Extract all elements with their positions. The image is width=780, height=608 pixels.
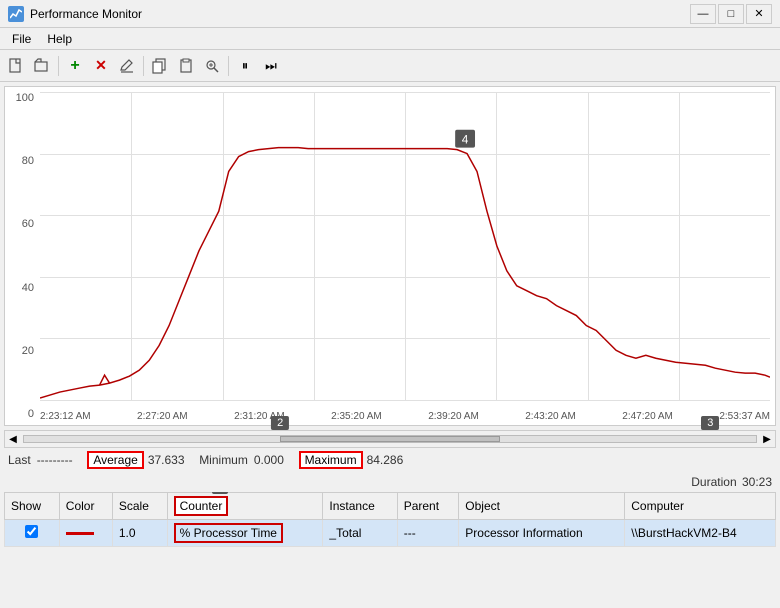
minimum-label: Minimum xyxy=(199,453,248,467)
th-computer: Computer xyxy=(625,493,776,520)
cell-object: Processor Information xyxy=(459,520,625,547)
maximize-button[interactable]: □ xyxy=(718,4,744,24)
chart-inner: 100 80 60 40 20 0 xyxy=(5,87,775,425)
cell-scale: 1.0 xyxy=(112,520,167,547)
tb-pause[interactable]: ⏸ xyxy=(233,54,257,78)
scroll-left-arrow[interactable]: ◀ xyxy=(5,431,21,447)
menu-file[interactable]: File xyxy=(4,30,39,48)
th-object: Object xyxy=(459,493,625,520)
th-scale: Scale xyxy=(112,493,167,520)
tb-open[interactable] xyxy=(30,54,54,78)
counter-value: % Processor Time xyxy=(174,523,283,543)
th-instance: Instance xyxy=(323,493,397,520)
separator-2 xyxy=(143,56,144,76)
duration-label: Duration xyxy=(691,475,736,489)
th-show: Show xyxy=(5,493,60,520)
cell-computer: \\BurstHackVM2-B4 xyxy=(625,520,776,547)
cell-show[interactable] xyxy=(5,520,60,547)
close-button[interactable]: ✕ xyxy=(746,4,772,24)
maximum-value: 84.286 xyxy=(367,453,404,467)
badge-2: 2 xyxy=(271,416,289,430)
scroll-thumb[interactable] xyxy=(280,436,500,442)
counter-header-text: Counter xyxy=(180,499,223,513)
last-label: Last xyxy=(8,453,31,467)
cell-parent: --- xyxy=(397,520,459,547)
chart-plot: 4 xyxy=(40,92,770,400)
app-icon xyxy=(8,6,24,22)
tb-add[interactable]: + xyxy=(63,54,87,78)
table-row: 1.0 % Processor Time _Total --- Processo… xyxy=(5,520,776,547)
separator-3 xyxy=(228,56,229,76)
x-label-1: 2:27:20 AM xyxy=(137,411,188,422)
x-axis: 2:23:12 AM 2:27:20 AM 2:31:20 AM 2:35:20… xyxy=(40,400,770,425)
color-swatch xyxy=(66,532,94,535)
average-value: 37.633 xyxy=(148,453,185,467)
show-checkbox[interactable] xyxy=(25,525,38,538)
x-label-3: 2:35:20 AM xyxy=(331,411,382,422)
window-title: Performance Monitor xyxy=(30,7,142,21)
x-label-4: 2:39:20 AM xyxy=(428,411,479,422)
data-table-container: Show Color Scale Counter 1 Instance xyxy=(4,492,776,547)
x-label-7: 2:53:37 AM xyxy=(719,411,770,422)
maximum-label-box: Maximum xyxy=(299,451,363,469)
duration-value: 30:23 xyxy=(742,475,772,489)
tb-zoom[interactable] xyxy=(200,54,224,78)
toolbar: + ✕ ⏸ ⏭ xyxy=(0,50,780,82)
th-counter: Counter 1 xyxy=(167,493,323,520)
y-axis: 100 80 60 40 20 0 xyxy=(5,87,40,425)
tb-delete[interactable]: ✕ xyxy=(89,54,113,78)
tb-paste[interactable] xyxy=(174,54,198,78)
last-value: --------- xyxy=(37,453,73,467)
y-label-80: 80 xyxy=(7,155,38,167)
y-label-20: 20 xyxy=(7,345,38,357)
scroll-right-arrow[interactable]: ▶ xyxy=(759,431,775,447)
separator-1 xyxy=(58,56,59,76)
chart-svg: 4 xyxy=(40,92,770,400)
tb-forward[interactable]: ⏭ xyxy=(259,54,283,78)
stats-row: Last --------- Average 37.633 Minimum 0.… xyxy=(0,448,780,472)
title-bar: Performance Monitor — □ ✕ xyxy=(0,0,780,28)
cell-counter: % Processor Time xyxy=(167,520,323,547)
y-label-100: 100 xyxy=(7,92,38,104)
data-table: Show Color Scale Counter 1 Instance xyxy=(4,492,776,547)
svg-text:4: 4 xyxy=(462,133,469,147)
tb-new[interactable] xyxy=(4,54,28,78)
minimum-value: 0.000 xyxy=(254,453,284,467)
x-label-5: 2:43:20 AM xyxy=(525,411,576,422)
menu-help[interactable]: Help xyxy=(39,30,80,48)
chart-container: 100 80 60 40 20 0 xyxy=(4,86,776,426)
th-color: Color xyxy=(59,493,112,520)
y-label-40: 40 xyxy=(7,282,38,294)
badge-1: 1 xyxy=(212,492,228,494)
stats-row-2: Duration 30:23 xyxy=(0,472,780,492)
cell-instance: _Total xyxy=(323,520,397,547)
badge-3: 3 xyxy=(701,416,719,430)
window-controls: — □ ✕ xyxy=(690,4,772,24)
minimize-button[interactable]: — xyxy=(690,4,716,24)
x-label-6: 2:47:20 AM xyxy=(622,411,673,422)
menu-bar: File Help xyxy=(0,28,780,50)
cell-color xyxy=(59,520,112,547)
y-label-0: 0 xyxy=(7,408,38,420)
tb-copy[interactable] xyxy=(148,54,172,78)
y-label-60: 60 xyxy=(7,218,38,230)
tb-edit[interactable] xyxy=(115,54,139,78)
scrollbar-area[interactable]: ◀ 2 3 ▶ xyxy=(4,430,776,448)
x-label-0: 2:23:12 AM xyxy=(40,411,91,422)
th-parent: Parent xyxy=(397,493,459,520)
scroll-track[interactable]: 2 3 xyxy=(23,435,757,443)
average-label-box: Average xyxy=(87,451,143,469)
